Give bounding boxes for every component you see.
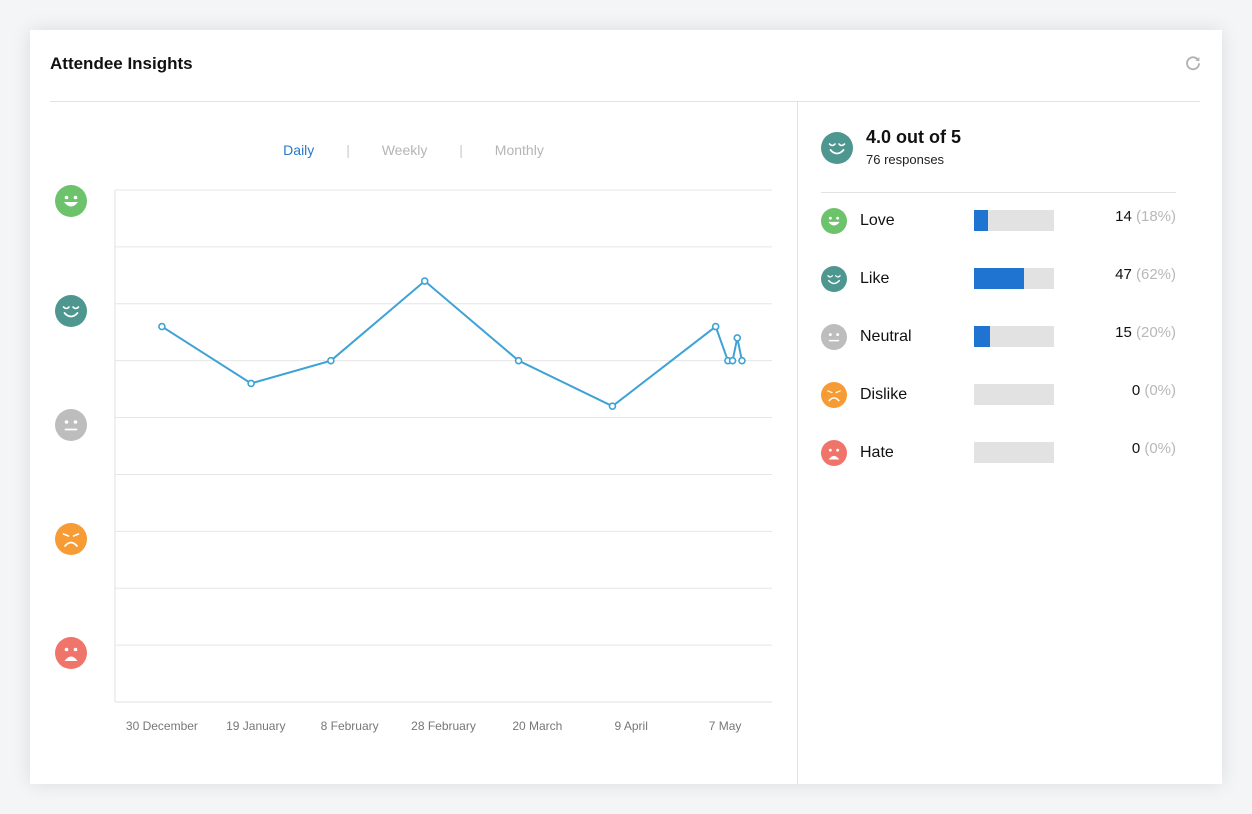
breakdown-label: Hate (860, 444, 894, 461)
chart-axes (114, 190, 772, 703)
breakdown-bar-fill (974, 268, 1024, 289)
data-point[interactable] (738, 356, 746, 365)
breakdown-value: 0 (0%) (1131, 382, 1176, 399)
x-tick-label: 30 December (126, 719, 198, 733)
average-score: 4.0 out of 5 (866, 127, 962, 147)
breakdown-row-dislike: Dislike 0 (0%) (821, 382, 1176, 408)
breakdown-row-love: Love 14 (18%) (821, 208, 1176, 234)
breakdown-label: Like (860, 270, 890, 287)
chart-grid (115, 189, 772, 646)
breakdown-value: 15 (20%) (1115, 324, 1176, 341)
breakdown-bar (974, 210, 1054, 231)
breakdown-value: 14 (18%) (1115, 208, 1176, 225)
smiling-face-icon (821, 132, 853, 164)
breakdown-bar-fill (974, 210, 989, 231)
breakdown-row-neutral: Neutral 15 (20%) (821, 324, 1176, 350)
breakdown-bar (974, 442, 1054, 463)
data-points (158, 277, 746, 410)
breakdown-label: Neutral (860, 328, 912, 345)
grinning-face-icon (821, 208, 847, 234)
data-point[interactable] (608, 402, 617, 410)
x-tick-label: 19 January (226, 719, 285, 733)
data-point[interactable] (158, 322, 166, 331)
breakdown-bar (974, 326, 1054, 347)
neutral-face-icon (821, 324, 847, 350)
breakdown-bar-fill (974, 326, 990, 347)
breakdown-value: 47 (62%) (1115, 266, 1176, 283)
breakdown-row-like: Like 47 (62%) (821, 266, 1176, 292)
data-point[interactable] (420, 277, 429, 285)
attendee-insights-card: Attendee Insights Daily | Weekly | Month… (30, 30, 1222, 784)
x-tick-label: 9 April (615, 719, 648, 733)
data-point[interactable] (327, 356, 335, 365)
panel-divider (797, 102, 798, 784)
frowning-face-icon (821, 382, 847, 408)
smiling-face-icon (821, 266, 847, 292)
data-point[interactable] (247, 379, 255, 388)
breakdown-row-hate: Hate 0 (0%) (821, 440, 1176, 466)
refresh-icon[interactable] (1184, 54, 1202, 72)
breakdown-label: Dislike (860, 386, 908, 403)
x-axis-labels: 30 December 19 January 8 February 28 Februa… (126, 719, 742, 733)
x-tick-label: 7 May (709, 719, 742, 733)
data-point[interactable] (711, 322, 720, 331)
data-point[interactable] (514, 356, 523, 365)
x-tick-label: 8 February (321, 719, 379, 733)
series-line (161, 279, 743, 408)
breakdown-label: Love (860, 212, 895, 229)
x-tick-label: 28 February (411, 719, 476, 733)
summary-divider (821, 192, 1176, 193)
response-count: 76 responses (866, 152, 945, 167)
data-point[interactable] (733, 334, 742, 342)
data-point[interactable] (728, 356, 737, 365)
sentiment-line-chart: 30 December 19 January 8 February 28 Februa… (114, 189, 772, 733)
breakdown-bar (974, 384, 1054, 405)
breakdown-value: 0 (0%) (1131, 440, 1176, 457)
x-tick-label: 20 March (512, 719, 562, 733)
crying-face-icon (821, 440, 847, 466)
breakdown-bar (974, 268, 1054, 289)
